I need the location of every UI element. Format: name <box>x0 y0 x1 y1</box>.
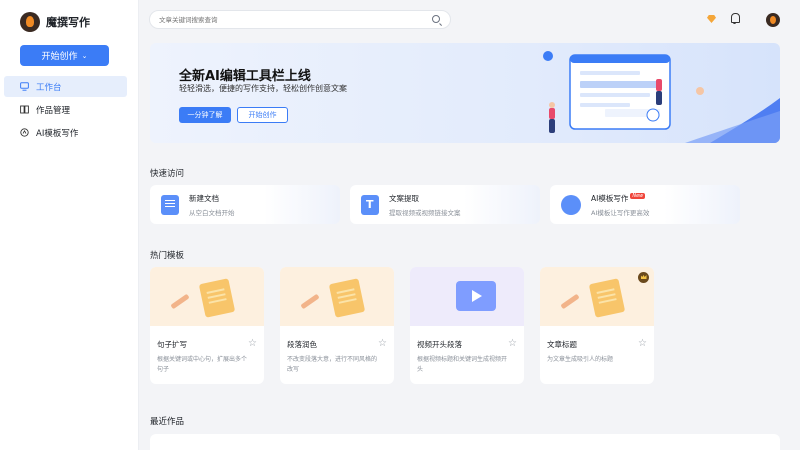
template-thumbnail <box>150 267 264 326</box>
quick-card-desc: 提取视频或视频链接文案 <box>389 208 461 217</box>
template-desc: 根据关键词或中心句，扩展出多个句子 <box>157 356 248 373</box>
recent-works-panel <box>150 434 780 450</box>
template-thumbnail <box>540 267 654 326</box>
template-desc: 不改变段落大意，进行不同风格的改写 <box>287 356 378 373</box>
hot-templates-title: 热门模板 <box>150 251 185 261</box>
start-create-label: 开始创作 <box>41 52 78 62</box>
pen-icon <box>560 293 580 310</box>
logo[interactable]: 魔撰写作 <box>20 12 90 32</box>
banner-start-button[interactable]: 开始创作 <box>237 107 288 123</box>
template-name: 句子扩写 <box>157 340 187 349</box>
new-badge: New <box>630 192 646 199</box>
template-thumbnail <box>410 267 524 326</box>
banner-subtitle: 轻轻滑选，便捷的写作支持，轻松创作创意文案 <box>179 84 347 93</box>
template-name: 视频开头段落 <box>417 340 462 349</box>
star-icon[interactable]: ☆ <box>378 338 387 349</box>
search-input[interactable] <box>159 15 419 24</box>
quick-card-text: 新建文档 从空白文档开始 <box>189 193 235 217</box>
template-desc: 根据视频标题和关键词生成视频开头 <box>417 356 508 373</box>
chevron-down-icon: ⌄ <box>81 51 88 60</box>
template-card-article-title[interactable]: 文章标题 ☆ 为文章生成吸引人的标题 <box>540 267 654 384</box>
quick-card-title: 新建文档 <box>189 193 219 203</box>
promo-banner: 全新AI编辑工具栏上线 轻轻滑选，便捷的写作支持，轻松创作创意文案 一分钟了解 … <box>150 43 780 143</box>
sidebar-item-workbench[interactable]: 工作台 <box>4 76 127 97</box>
avatar[interactable] <box>766 13 780 27</box>
pen-icon <box>170 293 190 310</box>
quick-new-document[interactable]: 新建文档 从空白文档开始 <box>150 185 340 224</box>
quick-text-extract[interactable]: 文案提取 提取视频或视频链接文案 <box>350 185 540 224</box>
quick-card-desc: AI模板让写作更高效 <box>591 208 650 217</box>
template-thumbnail <box>280 267 394 326</box>
monitor-icon <box>20 82 29 91</box>
quick-card-text: 文案提取 提取视频或视频链接文案 <box>389 193 461 217</box>
document-icon <box>328 278 366 318</box>
diamond-icon[interactable] <box>707 15 716 23</box>
template-desc: 为文章生成吸引人的标题 <box>547 356 614 363</box>
sidebar-item-label: 工作台 <box>36 82 62 93</box>
template-name: 文章标题 <box>547 340 577 349</box>
sidebar-item-ai-template[interactable]: AI模板写作 <box>4 122 127 143</box>
start-create-button[interactable]: 开始创作 ⌄ <box>20 45 109 66</box>
topbar <box>140 0 800 40</box>
template-card-paragraph-polish[interactable]: 段落润色 ☆ 不改变段落大意，进行不同风格的改写 <box>280 267 394 384</box>
template-card-sentence-expand[interactable]: 句子扩写 ☆ 根据关键词或中心句，扩展出多个句子 <box>150 267 264 384</box>
quick-card-title: 文案提取 <box>389 193 419 203</box>
quick-card-title-text: AI模板写作 <box>591 193 629 203</box>
sidebar-item-label: 作品管理 <box>36 105 71 116</box>
star-icon[interactable]: ☆ <box>508 338 517 349</box>
document-icon <box>161 194 179 215</box>
banner-illustration <box>543 51 780 143</box>
quick-access-title: 快速访问 <box>150 169 185 179</box>
search-icon[interactable] <box>432 15 440 23</box>
sidebar-nav: 工作台 作品管理 AI模板写作 <box>4 76 127 145</box>
ai-template-icon <box>561 194 581 215</box>
logo-icon <box>20 12 40 32</box>
learn-more-button[interactable]: 一分钟了解 <box>179 107 231 123</box>
quick-card-title: AI模板写作 New <box>591 192 649 204</box>
sidebar-item-works[interactable]: 作品管理 <box>4 99 127 120</box>
recent-works-title: 最近作品 <box>150 417 185 427</box>
document-icon <box>588 278 626 318</box>
star-icon[interactable]: ☆ <box>248 338 257 349</box>
star-icon[interactable]: ☆ <box>638 338 647 349</box>
text-extract-icon <box>361 194 379 215</box>
sidebar: 魔撰写作 开始创作 ⌄ 工作台 作品管理 AI模板写作 <box>0 0 139 450</box>
logo-text: 魔撰写作 <box>46 16 90 29</box>
template-card-video-intro[interactable]: 视频开头段落 ☆ 根据视频标题和关键词生成视频开头 <box>410 267 524 384</box>
pen-icon <box>300 293 320 310</box>
quick-ai-template[interactable]: AI模板写作 New AI模板让写作更高效 <box>550 185 740 224</box>
quick-card-desc: 从空白文档开始 <box>189 208 235 217</box>
banner-title: 全新AI编辑工具栏上线 <box>179 69 311 84</box>
video-icon <box>456 281 496 311</box>
crown-icon <box>638 272 649 283</box>
book-icon <box>20 105 29 114</box>
sidebar-item-label: AI模板写作 <box>36 128 79 139</box>
search-box <box>149 10 451 29</box>
ai-spark-icon <box>20 128 29 137</box>
quick-card-text: AI模板写作 New AI模板让写作更高效 <box>591 192 650 217</box>
bell-icon[interactable] <box>730 13 740 24</box>
document-icon <box>198 278 236 318</box>
template-name: 段落润色 <box>287 340 317 349</box>
